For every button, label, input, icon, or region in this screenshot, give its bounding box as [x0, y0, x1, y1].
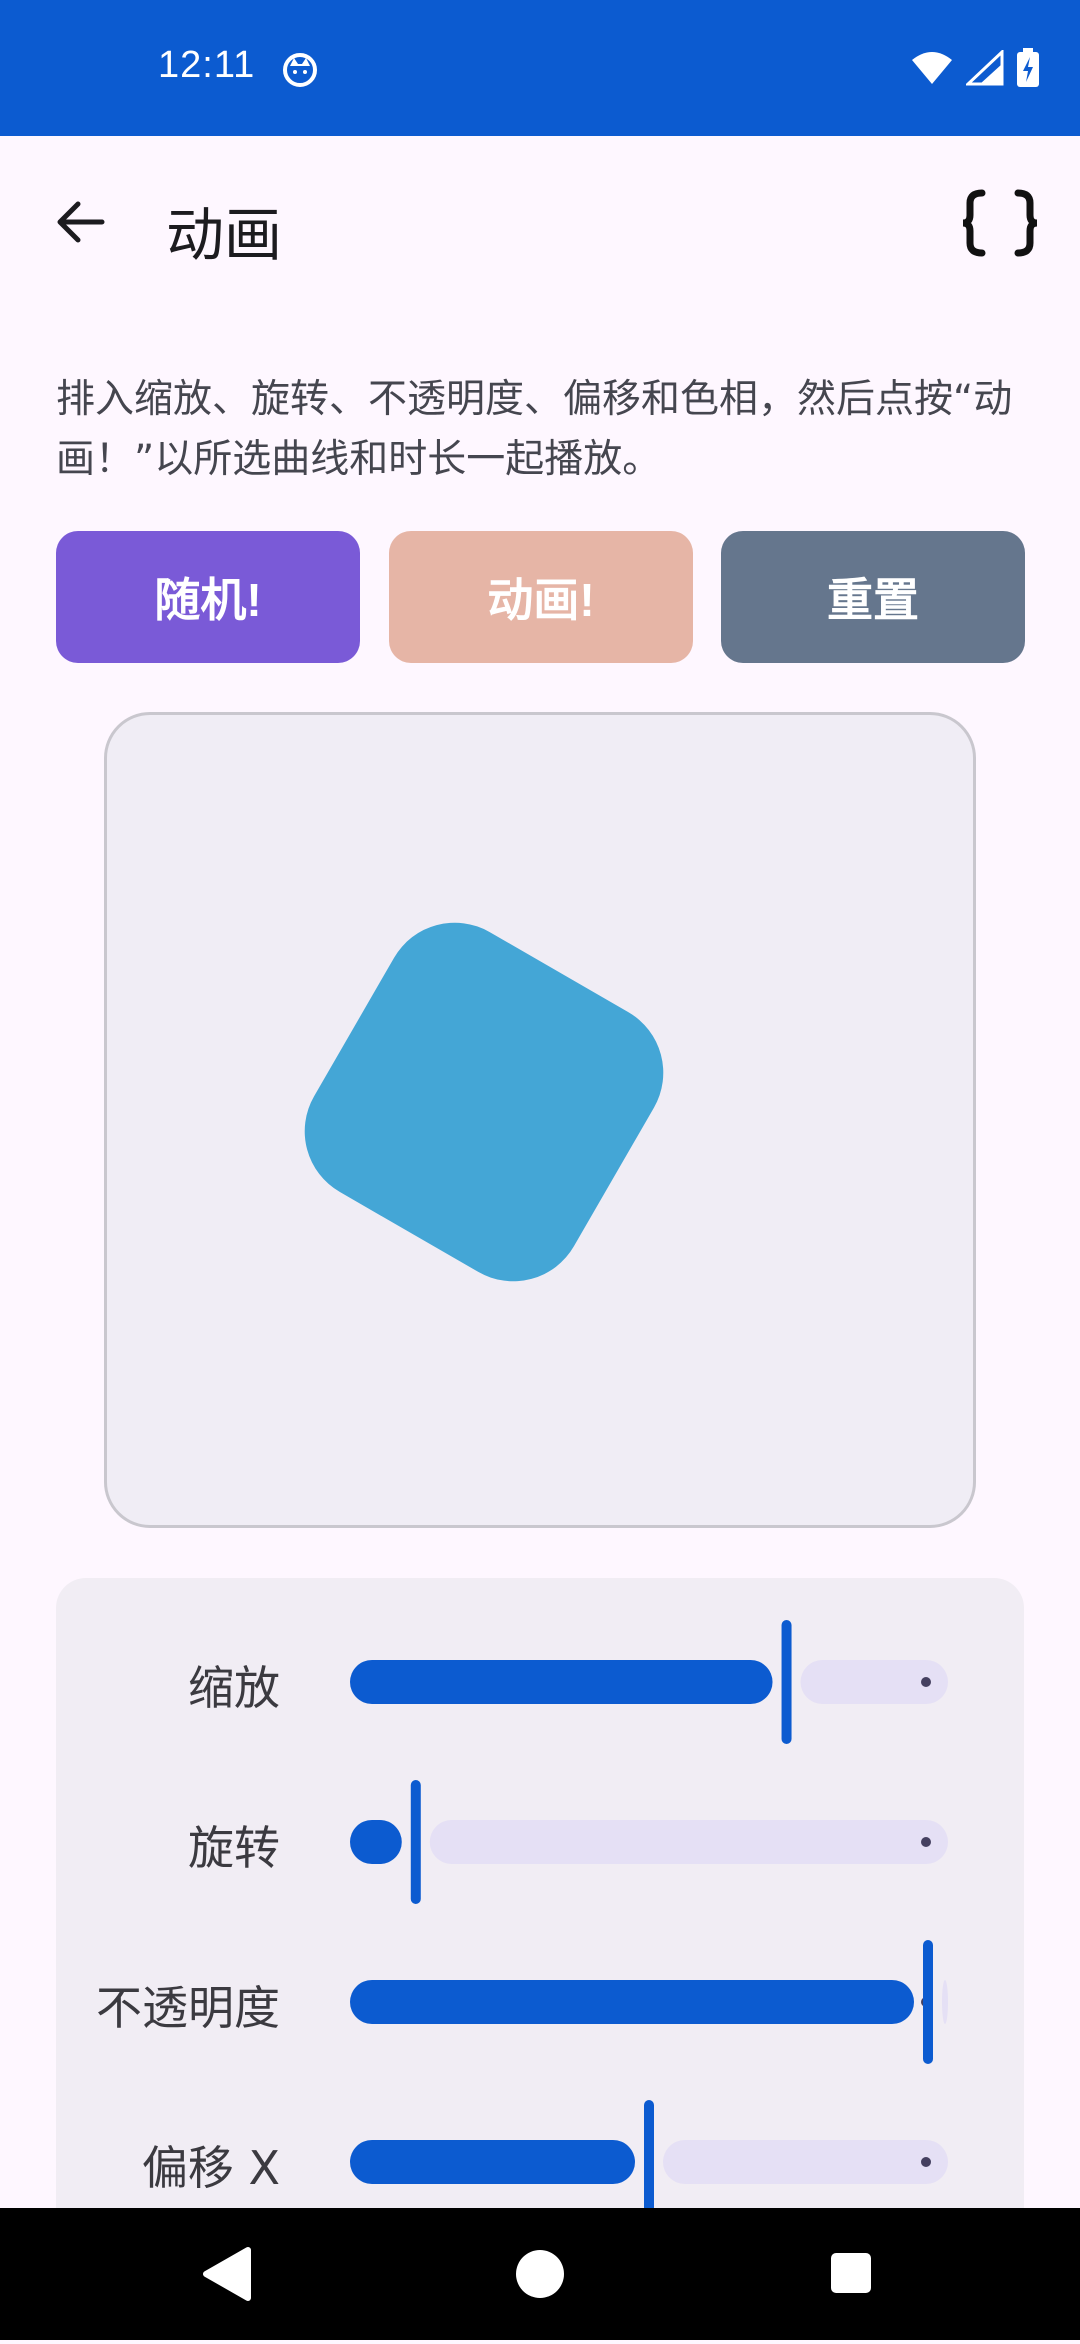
slider-label-offset-x: 偏移 X	[141, 2141, 280, 2195]
reset-button[interactable]: 重置	[721, 531, 1025, 663]
slider-label-rotation: 旋转	[188, 1821, 280, 1875]
cat-notification-icon	[282, 52, 318, 92]
status-bar: 12:11	[0, 0, 1080, 136]
status-icons	[910, 48, 1040, 92]
preview-area	[104, 712, 976, 1528]
nav-back-button[interactable]	[203, 2247, 251, 2301]
random-button[interactable]: 随机!	[56, 531, 360, 663]
preview-canvas	[304, 922, 664, 1282]
wifi-icon	[910, 50, 954, 90]
recents-square-icon[interactable]	[831, 2253, 871, 2293]
code-view-button[interactable]	[950, 178, 1050, 268]
home-circle-icon[interactable]	[516, 2250, 564, 2298]
animate-button[interactable]: 动画!	[389, 531, 693, 663]
status-time: 12:11	[158, 44, 256, 86]
animated-shape	[304, 922, 664, 1282]
navigation-bar	[0, 2208, 1080, 2340]
battery-charging-icon	[1016, 48, 1040, 92]
slider-label-scale: 缩放	[188, 1661, 280, 1715]
slider-label-opacity: 不透明度	[96, 1981, 280, 2035]
curly-braces-icon	[962, 189, 1038, 257]
arrow-left-icon	[57, 201, 105, 243]
app-bar: 动画	[0, 136, 1080, 312]
page-title: 动画	[166, 201, 283, 269]
description-text: 排入缩放、旋转、不透明度、偏移和色相，然后点按“动画！”以所选曲线和时长一起播放…	[56, 377, 1013, 482]
cellular-signal-icon	[964, 48, 1004, 90]
back-button[interactable]	[40, 182, 120, 262]
